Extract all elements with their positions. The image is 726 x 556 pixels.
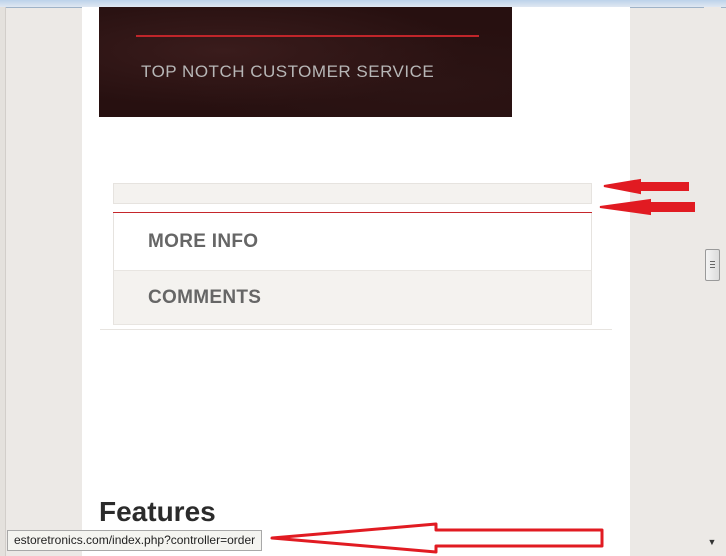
status-bar-url: estoretronics.com/index.php?controller=o…: [7, 530, 263, 551]
vertical-scrollbar[interactable]: ▼: [704, 7, 721, 556]
grip-line: [710, 261, 715, 262]
tab-comments-label: COMMENTS: [148, 286, 262, 308]
page-content: TOP NOTCH CUSTOMER SERVICE MORE INFO COM…: [82, 7, 630, 556]
grip-line: [710, 264, 715, 265]
product-tabs: MORE INFO COMMENTS: [113, 183, 592, 325]
empty-tab-strip: [113, 183, 592, 204]
grip-line: [710, 267, 715, 268]
scroll-down-arrow-icon[interactable]: ▼: [707, 537, 717, 547]
banner-divider: [136, 35, 479, 37]
tab-more-info-label: MORE INFO: [148, 230, 259, 252]
features-heading: Features: [99, 496, 216, 527]
banner-text: TOP NOTCH CUSTOMER SERVICE: [141, 62, 435, 81]
promo-banner[interactable]: TOP NOTCH CUSTOMER SERVICE: [99, 7, 512, 117]
left-window-edge: [0, 7, 6, 556]
scrollbar-thumb[interactable]: [705, 249, 720, 281]
tab-comments[interactable]: COMMENTS: [113, 271, 592, 325]
tab-more-info[interactable]: MORE INFO: [113, 213, 592, 271]
tabs-bottom-border: [100, 329, 612, 330]
